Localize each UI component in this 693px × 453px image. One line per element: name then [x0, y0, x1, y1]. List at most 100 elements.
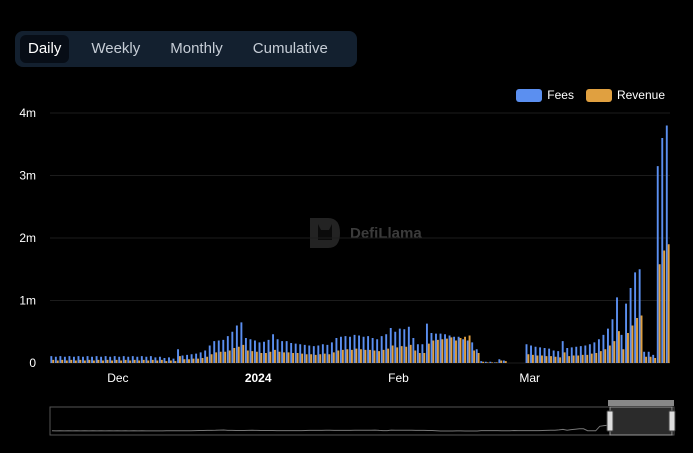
revenue-bar	[215, 352, 218, 363]
revenue-bar	[156, 360, 159, 363]
fees-bar	[285, 341, 288, 363]
revenue-bar	[305, 354, 308, 363]
fees-bar	[353, 334, 356, 363]
revenue-bar	[491, 362, 494, 363]
revenue-bar	[663, 250, 666, 363]
fees-bar	[362, 336, 365, 363]
revenue-bar	[169, 360, 172, 363]
revenue-bar	[264, 353, 267, 363]
x-tick-label: 2024	[245, 371, 272, 385]
fees-bar	[407, 326, 410, 363]
revenue-bar	[133, 359, 136, 363]
revenue-bar	[427, 343, 430, 363]
fees-bar	[294, 343, 297, 363]
x-tick-label: Feb	[388, 371, 409, 385]
revenue-bar	[455, 340, 457, 363]
revenue-bar	[183, 359, 186, 363]
fees-bar	[579, 346, 582, 363]
revenue-bar	[278, 351, 281, 363]
revenue-bar	[554, 356, 557, 363]
revenue-bar	[423, 353, 426, 363]
fees-bar	[629, 288, 632, 363]
fees-bar	[330, 342, 333, 363]
fees-bar	[638, 269, 641, 363]
fees-bar	[290, 343, 293, 363]
revenue-bar	[83, 360, 86, 363]
revenue-bar	[504, 361, 507, 363]
fees-bar	[403, 329, 406, 363]
revenue-bar	[627, 333, 629, 363]
fees-bar	[616, 297, 618, 363]
fees-bar	[385, 334, 388, 363]
fees-bar	[656, 166, 659, 363]
fees-bar	[272, 334, 275, 363]
fees-bar	[317, 345, 320, 363]
fees-bar	[77, 356, 80, 363]
zoom-left-handle[interactable]	[606, 410, 614, 432]
fees-bar	[158, 356, 161, 363]
fees-bar	[217, 340, 220, 363]
revenue-bar	[274, 349, 276, 363]
revenue-bar	[61, 359, 64, 363]
revenue-bar	[111, 360, 113, 363]
revenue-bar	[233, 348, 236, 363]
revenue-bar	[346, 349, 349, 363]
fees-bar	[244, 338, 247, 363]
revenue-bar	[79, 359, 82, 363]
fees-bar	[326, 344, 329, 363]
revenue-bar	[527, 354, 530, 363]
fees-bar	[389, 328, 392, 363]
revenue-bar	[206, 356, 209, 363]
zoom-right-handle[interactable]	[668, 410, 676, 432]
revenue-bar	[531, 354, 534, 363]
revenue-bar	[269, 351, 272, 363]
fees-bar	[584, 345, 587, 363]
fees-bar	[534, 346, 537, 363]
fees-bar	[367, 336, 370, 363]
fees-bar	[95, 356, 98, 363]
revenue-bar	[405, 346, 408, 363]
fees-bar	[349, 336, 351, 363]
revenue-bar	[328, 354, 331, 363]
fees-bar	[136, 356, 139, 363]
fees-bar	[127, 356, 130, 363]
revenue-bar	[400, 346, 403, 363]
x-tick-label: Mar	[519, 371, 540, 385]
revenue-bar	[536, 355, 539, 363]
revenue-bar	[382, 349, 385, 363]
revenue-bar	[550, 356, 552, 363]
fees-bar	[199, 352, 202, 363]
fees-bar	[335, 338, 338, 363]
revenue-bar	[586, 354, 589, 363]
zoom-move-handle[interactable]	[608, 400, 674, 406]
fees-bar	[502, 360, 505, 363]
revenue-bar	[391, 345, 394, 363]
fees-bar	[195, 353, 198, 363]
fees-bar	[100, 356, 103, 363]
fees-bar	[208, 345, 211, 363]
revenue-bar	[378, 351, 381, 363]
revenue-bar	[432, 340, 435, 363]
fees-bar	[240, 322, 243, 363]
revenue-bar	[464, 336, 466, 363]
fees-bar	[561, 341, 564, 363]
fees-bar	[86, 356, 89, 363]
revenue-bar	[636, 318, 638, 363]
revenue-bar	[52, 359, 55, 363]
fees-bar	[50, 356, 53, 363]
fees-bar	[643, 351, 646, 363]
fees-bar	[276, 339, 279, 363]
revenue-bar	[296, 353, 299, 363]
fees-bar	[63, 356, 66, 363]
revenue-bar	[658, 264, 661, 363]
fees-bar	[371, 338, 374, 363]
fees-bar	[109, 356, 112, 363]
fees-bar	[471, 342, 474, 363]
fees-bar	[421, 344, 424, 363]
fees-bar	[453, 336, 456, 363]
fees-bar	[462, 339, 465, 363]
revenue-bar	[102, 360, 104, 363]
chart-canvas: 0 1m 2m 3m 4m Dec 2024 Feb Mar	[19, 106, 676, 436]
revenue-bar	[88, 359, 91, 363]
revenue-bar	[414, 350, 417, 363]
